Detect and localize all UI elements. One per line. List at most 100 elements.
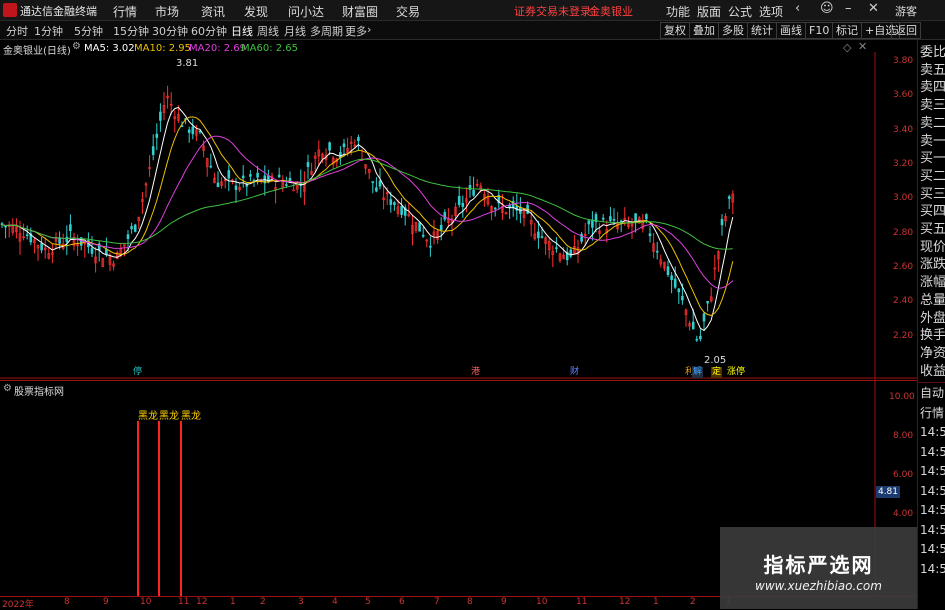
candle-body [555, 247, 558, 249]
event-marker-limit-up[interactable]: 涨停 [726, 367, 746, 378]
candle-body [699, 335, 702, 340]
signal-label: 黑龙 [181, 411, 201, 422]
candle-body [256, 172, 259, 178]
watermark-title: 指标严选网 [763, 553, 874, 577]
menu-item-market[interactable]: 市场 [155, 3, 179, 20]
return-button[interactable]: 返回 [891, 22, 921, 39]
ma-lines-group [1, 106, 734, 332]
event-marker-suspend[interactable]: 停 [132, 367, 143, 378]
y-tick: 3.40 [893, 125, 914, 135]
menu-options[interactable]: 选项 [759, 3, 783, 20]
candle-body [126, 234, 130, 239]
quote-row-label: 涨幅 [920, 275, 945, 291]
ma10-line [1, 116, 734, 316]
mark-button[interactable]: 标记 [832, 22, 862, 39]
candle-body [655, 250, 659, 253]
period-tab-1min[interactable]: 1分钟 [34, 23, 63, 39]
multi-stock-button[interactable]: 多股 [718, 22, 748, 39]
period-tab-15min[interactable]: 15分钟 [113, 23, 149, 39]
adjust-button[interactable]: 复权 [660, 22, 690, 39]
guest-label[interactable]: 游客 [895, 3, 917, 19]
candle-body [461, 202, 465, 207]
candle-body [389, 199, 393, 205]
quote-row-label: 总量 [920, 292, 945, 308]
menu-item-quotes[interactable]: 行情 [113, 3, 137, 20]
quote-row-label: 卖二 [920, 115, 945, 131]
tick-row: 行情 [920, 405, 945, 420]
candle-body [587, 220, 591, 225]
candle-body [591, 219, 594, 228]
candle-body [702, 313, 706, 322]
candle-body [537, 231, 540, 239]
quote-row-label: 买四 [920, 204, 945, 220]
candle-body [342, 143, 346, 148]
candle-body [619, 220, 623, 223]
candle-body [706, 301, 709, 304]
candle-body [4, 225, 7, 228]
tick-row: 14:56 [920, 542, 945, 556]
quote-row-label: 净资 [920, 345, 945, 361]
event-marker-unlock[interactable]: 解 [692, 367, 704, 378]
login-notice[interactable]: 证券交易未登录 [514, 3, 591, 19]
period-tab-weekly[interactable]: 周线 [257, 23, 279, 39]
close-icon[interactable]: ✕ [868, 1, 879, 16]
menu-item-trade[interactable]: 交易 [396, 3, 420, 20]
quote-row-label: 买一 [920, 151, 945, 167]
menu-formula[interactable]: 公式 [728, 3, 752, 20]
candle-body [159, 111, 162, 121]
tick-row: 14:56 [920, 561, 945, 576]
menu-item-wealth[interactable]: 财富圈 [342, 3, 378, 20]
draw-button[interactable]: 画线 [776, 22, 806, 39]
candle-body [90, 248, 94, 254]
candle-body [727, 196, 731, 199]
x-tick: 9 [103, 597, 109, 607]
candle-body [695, 338, 699, 341]
indicator-y-tick: 10.00 [889, 392, 915, 402]
menu-item-ask[interactable]: 问小达 [288, 3, 324, 20]
period-tab-daily[interactable]: 日线 [231, 23, 253, 39]
candle-body [378, 180, 382, 187]
quote-row-label: 委比 [920, 45, 945, 60]
candle-body [357, 137, 360, 141]
x-tick: 10 [140, 597, 152, 607]
chevron-right-icon[interactable]: › [367, 23, 371, 36]
candle-body [648, 233, 652, 237]
kline-chart[interactable] [0, 52, 917, 380]
event-marker-finance[interactable]: 财 [569, 367, 580, 378]
candle-body [472, 190, 475, 196]
period-tab-more[interactable]: 更多 [345, 23, 367, 39]
minimize-icon[interactable]: – [845, 1, 852, 16]
period-tab-intraday[interactable]: 分时 [6, 23, 28, 39]
menu-item-news[interactable]: 资讯 [201, 3, 225, 20]
candle-body [720, 219, 724, 226]
event-marker-placement[interactable]: 定 [711, 367, 723, 378]
quote-row-label: 现价 [920, 239, 945, 255]
period-tab-30min[interactable]: 30分钟 [152, 23, 188, 39]
candle-body [371, 181, 375, 183]
quote-row-label: 涨跌 [920, 257, 945, 273]
quote-row-label: 买三 [920, 186, 945, 202]
candle-body [429, 245, 432, 248]
f10-button[interactable]: F10 [805, 22, 834, 39]
gear-icon[interactable]: ⚙ [72, 41, 81, 52]
tick-row: 14:56 [920, 483, 945, 498]
period-tab-60min[interactable]: 60分钟 [191, 23, 227, 39]
menu-function[interactable]: 功能 [666, 3, 690, 20]
period-tab-multi[interactable]: 多周期 [310, 23, 343, 39]
user-icon[interactable]: ☺ [820, 1, 834, 16]
x-tick: 11 [576, 597, 588, 607]
menu-layout[interactable]: 版面 [697, 3, 721, 20]
overlay-button[interactable]: 叠加 [689, 22, 719, 39]
stats-button[interactable]: 统计 [747, 22, 777, 39]
menu-item-discover[interactable]: 发现 [244, 3, 268, 20]
event-marker-hk[interactable]: 港 [470, 367, 481, 378]
candle-body [40, 243, 43, 251]
period-tab-monthly[interactable]: 月线 [284, 23, 306, 39]
stock-notice: 金奥银业 [589, 5, 633, 18]
period-tab-5min[interactable]: 5分钟 [74, 23, 103, 39]
candle-body [187, 129, 191, 133]
quote-row-label: 买五 [920, 222, 945, 237]
tick-row: 自动 [920, 386, 945, 400]
back-icon[interactable]: ‹ [795, 1, 800, 16]
quote-row-label: 收益 [920, 363, 945, 379]
